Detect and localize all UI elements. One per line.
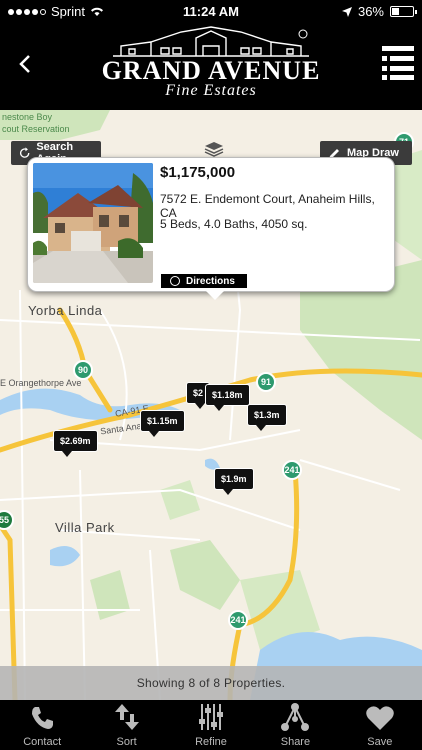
app-header: GRAND AVENUE Fine Estates	[0, 22, 422, 110]
battery-percent: 36%	[357, 4, 384, 19]
list-menu-icon[interactable]	[382, 46, 414, 80]
tab-save-label: Save	[367, 736, 393, 748]
price-pin[interactable]: $1.3m	[247, 404, 287, 431]
map-label-reservation: cout Reservation	[2, 124, 70, 134]
tab-share-label: Share	[280, 736, 311, 748]
tab-share[interactable]: Share	[253, 700, 337, 750]
price-pin[interactable]: $1.15m	[140, 410, 185, 437]
map-label-villa-park: Villa Park	[55, 520, 115, 535]
property-price: $1,175,000	[160, 164, 236, 181]
status-bar: Sprint 11:24 AM 36%	[0, 0, 422, 22]
tab-save[interactable]: Save	[338, 700, 422, 750]
tab-sort[interactable]: Sort	[84, 700, 168, 750]
highway-shield-241-south: 241	[228, 610, 248, 630]
price-pin[interactable]: $2.69m	[53, 430, 98, 457]
price-pin[interactable]: $1.18m	[205, 384, 250, 411]
highway-shield-241: 241	[282, 460, 302, 480]
tab-refine-label: Refine	[195, 736, 227, 748]
price-pin[interactable]: $1.9m	[214, 468, 254, 495]
mansion-logo-icon	[113, 26, 309, 57]
refresh-icon	[19, 147, 30, 158]
share-icon	[281, 703, 310, 731]
highway-shield-91: 91	[256, 372, 276, 392]
map-label-yorba-linda: Yorba Linda	[28, 303, 103, 318]
location-arrow-icon	[341, 6, 352, 17]
property-details: 5 Beds, 4.0 Baths, 4050 sq.	[160, 217, 308, 231]
directions-label: Directions	[186, 275, 235, 287]
brand-tagline: Fine Estates	[165, 82, 257, 99]
map-label-limestone: nestone Boy	[2, 112, 53, 122]
status-right: 36%	[341, 4, 417, 19]
tab-refine[interactable]: Refine	[169, 700, 253, 750]
map-label-orangethorpe: E Orangethorpe Ave	[0, 378, 82, 388]
directions-button[interactable]: Directions	[161, 274, 247, 288]
tab-contact[interactable]: Contact	[0, 700, 84, 750]
heart-icon	[366, 706, 394, 730]
highway-shield-90: 90	[73, 360, 93, 380]
phone-icon	[32, 707, 54, 729]
layers-icon[interactable]	[204, 141, 224, 157]
chevron-left-icon[interactable]	[14, 52, 38, 76]
sliders-icon	[199, 704, 224, 730]
bottom-tab-bar: Contact Sort Refine Share Save	[0, 700, 422, 750]
battery-icon	[390, 6, 417, 17]
brand-name: GRAND AVENUE	[101, 56, 321, 85]
tab-sort-label: Sort	[116, 736, 137, 748]
property-popup[interactable]: $1,175,000 7572 E. Endemont Court, Anahe…	[27, 157, 395, 300]
sort-arrows-icon	[114, 704, 139, 730]
property-photo[interactable]	[33, 163, 153, 283]
property-address: 7572 E. Endemont Court, Anaheim Hills, C…	[160, 192, 375, 220]
brand-logo: GRAND AVENUE Fine Estates	[88, 26, 334, 106]
compass-icon	[170, 276, 180, 286]
results-count-bar: Showing 8 of 8 Properties.	[0, 666, 422, 700]
house-photo	[33, 163, 153, 283]
tab-contact-label: Contact	[23, 736, 62, 748]
results-count-text: Showing 8 of 8 Properties.	[136, 676, 286, 690]
